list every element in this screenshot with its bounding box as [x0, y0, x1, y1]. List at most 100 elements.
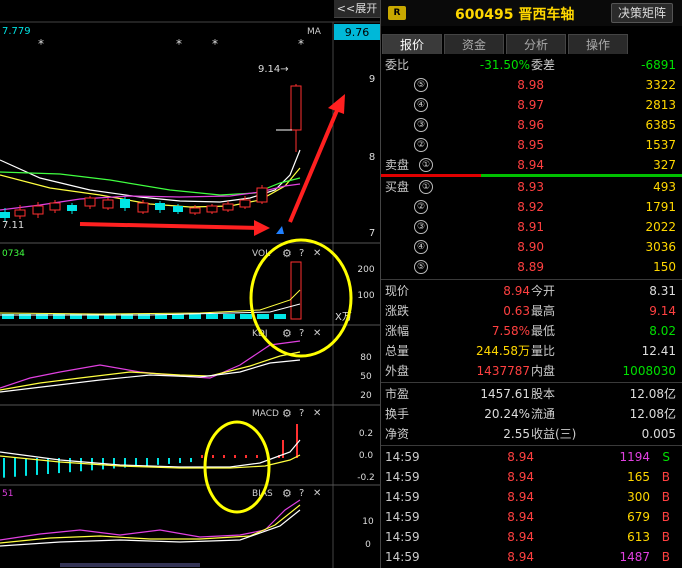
- ma-value-text: 7.779: [2, 26, 31, 37]
- bid-row[interactable]: ② 8.92 1791: [381, 197, 682, 217]
- tick-volume: 679: [627, 510, 650, 524]
- bid-label: 买盘: [385, 180, 410, 194]
- candle-body-up: [137, 202, 149, 213]
- vol-axis-label: 100: [357, 291, 374, 301]
- level-number: ③: [414, 220, 428, 234]
- bid-row[interactable]: ⑤ 8.89 150: [381, 257, 682, 277]
- quote-label: 现价: [385, 284, 410, 298]
- ask-price: 8.96: [517, 118, 544, 132]
- bid-price: 8.93: [517, 180, 544, 194]
- weidiff-value: -6891: [641, 58, 676, 72]
- candle-body-up: [32, 205, 44, 215]
- quote-value: 8.31: [649, 284, 676, 298]
- ask-volume: 2813: [645, 98, 676, 112]
- marker-star: *: [176, 37, 182, 51]
- kline-chart[interactable]: 7.779 MA 9.76* * * *9879.14→7.11VOL ⚙? ✕KDJ ⚙? ✕M…: [0, 0, 380, 568]
- level-number: ③: [414, 118, 428, 132]
- high-annotation: 9.14→: [258, 64, 289, 75]
- quote-value: 7.58%: [491, 324, 530, 338]
- ask-label: 卖盘: [385, 158, 410, 172]
- tick-price: 8.94: [507, 510, 534, 524]
- ma-label: MA: [307, 27, 322, 37]
- y-axis-label: 8: [369, 152, 375, 163]
- bid-price: 8.91: [517, 220, 544, 234]
- candle-body-up: [189, 207, 201, 214]
- candle-body-down: [173, 206, 183, 212]
- quote-value: 12.41: [641, 344, 676, 358]
- annotation-arrowhead: [254, 220, 270, 236]
- volume-bar: [257, 314, 269, 319]
- y-axis-label: 7: [369, 228, 375, 239]
- ask-row[interactable]: ③ 8.96 6385: [381, 115, 682, 135]
- tick-side: B: [661, 490, 670, 504]
- ask-price: 8.97: [517, 98, 544, 112]
- level-number: ①: [419, 158, 433, 172]
- tick-row: 14:59 8.94 300 B: [381, 487, 682, 507]
- quote-value: 1437787: [476, 364, 530, 378]
- weibi-row: 委比 -31.50% 委差 -6891: [381, 55, 682, 75]
- quote-label: 最高: [531, 304, 556, 318]
- bias-axis-label: 10: [362, 517, 374, 527]
- kdj-axis-label: 80: [360, 353, 372, 363]
- ask-volume: 327: [653, 158, 676, 172]
- bid-price: 8.90: [517, 240, 544, 254]
- candle-body-up: [14, 209, 26, 217]
- separator: [381, 382, 682, 383]
- ask-price: 8.95: [517, 138, 544, 152]
- low-annotation: 7.11: [2, 220, 24, 231]
- quote-header: R 600495 晋西车轴 决策矩阵: [381, 0, 682, 26]
- decision-matrix-button[interactable]: 决策矩阵: [611, 3, 673, 23]
- quote-row: 现价 8.94 今开 8.31: [381, 281, 682, 301]
- candle-body-up: [49, 202, 61, 211]
- tick-price: 8.94: [507, 530, 534, 544]
- level-number: ②: [414, 200, 428, 214]
- tab-analysis[interactable]: 分析: [506, 34, 566, 54]
- kdj-axis-label: 20: [360, 391, 372, 401]
- fundamental-row: 换手 20.24% 流通 12.08亿: [381, 404, 682, 424]
- kline-chart-area[interactable]: 7.779 MA 9.76 * * * * 9 8 7 9.14→ 7.11 VOL ⚙? ✕ KDJ ⚙? ✕ M…: [0, 0, 380, 568]
- fund-label: 净资: [385, 427, 410, 441]
- fund-label: 流通: [531, 407, 556, 421]
- expand-button[interactable]: <<展开: [334, 0, 380, 18]
- ask-row[interactable]: ④ 8.97 2813: [381, 95, 682, 115]
- tick-time: 14:59: [385, 530, 420, 544]
- candle-body-up: [222, 203, 234, 211]
- volume-bar: [189, 314, 201, 319]
- bid-row[interactable]: 买盘 ① 8.93 493: [381, 177, 682, 197]
- quote-label: 涨幅: [385, 324, 410, 338]
- bid-price: 8.89: [517, 260, 544, 274]
- bid-row[interactable]: ④ 8.90 3036: [381, 237, 682, 257]
- tick-price: 8.94: [507, 470, 534, 484]
- level-number: ①: [419, 180, 433, 194]
- macd-axis-label: 0.2: [359, 429, 373, 439]
- bias-line-white: [0, 509, 301, 547]
- bid-row[interactable]: ③ 8.91 2022: [381, 217, 682, 237]
- candle-body-up: [290, 85, 302, 131]
- fund-value: 1457.61: [480, 387, 530, 401]
- gear-icon: ⚙: [282, 407, 292, 420]
- tab-quote[interactable]: 报价: [382, 34, 442, 54]
- ask-row[interactable]: 卖盘 ① 8.94 327: [381, 155, 682, 175]
- candle-body-up: [84, 197, 96, 207]
- help-icon: ?: [299, 408, 304, 419]
- tick-volume: 1194: [619, 450, 650, 464]
- gear-icon: ⚙: [282, 327, 292, 340]
- quote-row: 总量 244.58万 量比 12.41: [381, 341, 682, 361]
- marker-star: *: [298, 37, 304, 51]
- close-icon: ✕: [313, 408, 321, 419]
- candle-body-up: [206, 205, 218, 213]
- ask-row[interactable]: ⑤ 8.98 3322: [381, 75, 682, 95]
- tick-price: 8.94: [507, 490, 534, 504]
- level-number: ④: [414, 240, 428, 254]
- level-number: ⑤: [414, 78, 428, 92]
- ask-row[interactable]: ② 8.95 1537: [381, 135, 682, 155]
- ma-line-green: [0, 171, 301, 196]
- tab-operation[interactable]: 操作: [568, 34, 628, 54]
- tab-funds[interactable]: 资金: [444, 34, 504, 54]
- kdj-axis-label: 50: [360, 372, 372, 382]
- tick-row: 14:59 8.94 613 B: [381, 527, 682, 547]
- tick-row: 14:59 8.94 679 B: [381, 507, 682, 527]
- quote-label: 总量: [385, 344, 410, 358]
- candle-body-up: [102, 199, 114, 209]
- price-tag: 9.76: [345, 26, 370, 39]
